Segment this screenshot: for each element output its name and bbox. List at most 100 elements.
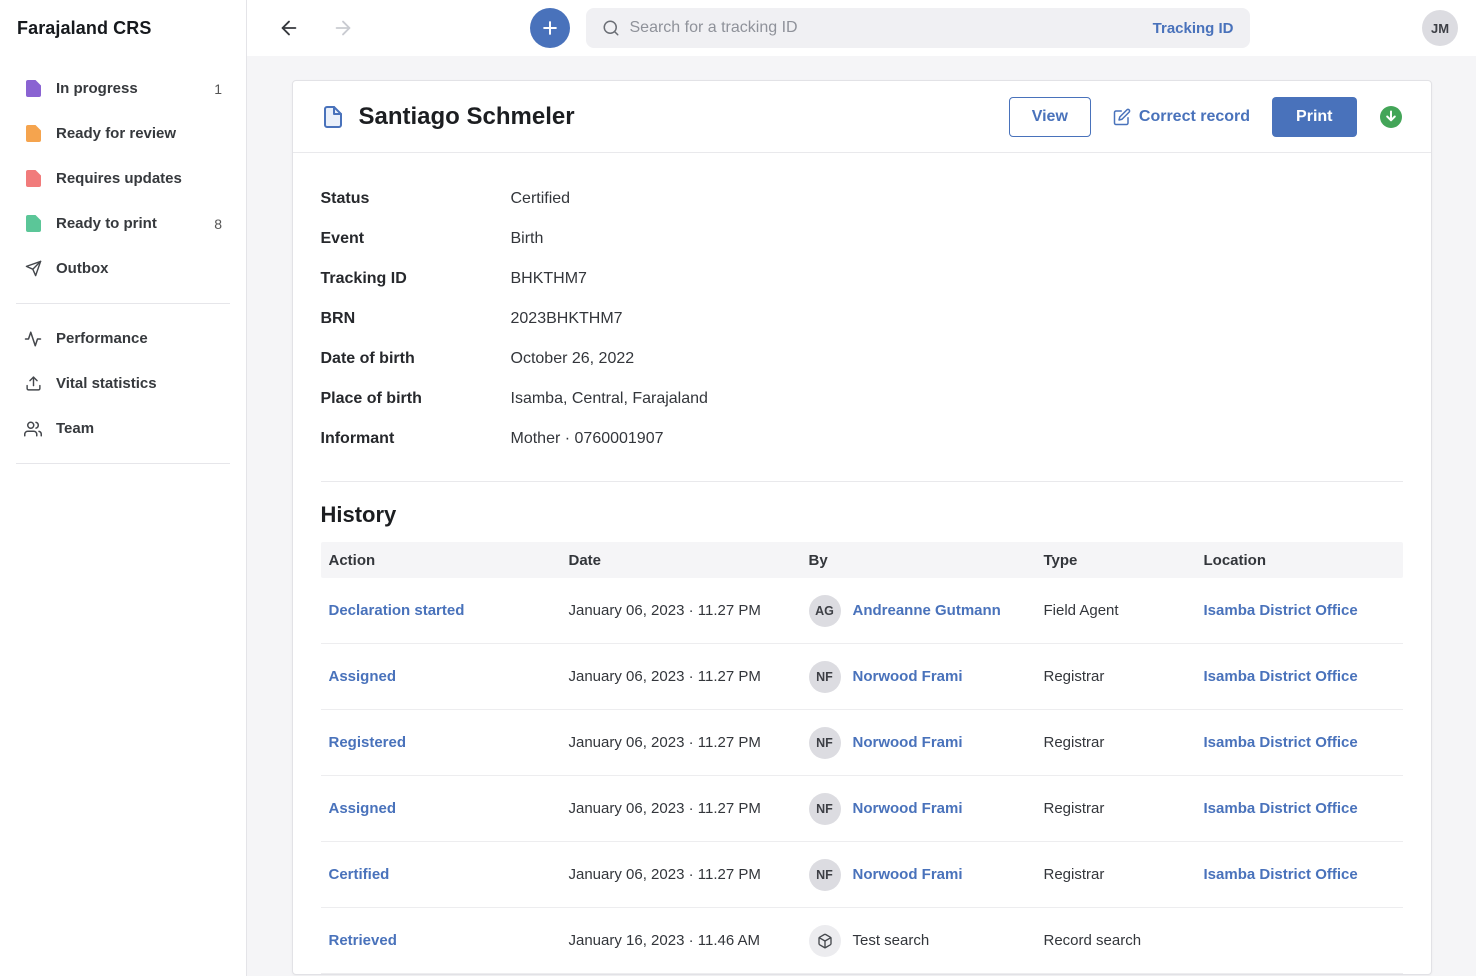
workqueue-count: 8	[214, 216, 222, 232]
history-type: Registrar	[1036, 800, 1196, 817]
sidebar-item-performance[interactable]: Performance	[0, 316, 246, 361]
table-row: Assigned January 06, 2023 · 11.27 PM NF …	[321, 776, 1403, 842]
history-type: Registrar	[1036, 734, 1196, 751]
column-header-date: Date	[561, 552, 801, 569]
detail-value: 2023BHKTHM7	[511, 310, 623, 328]
orange-declaration-icon	[24, 125, 42, 143]
sidebar-item-label: Ready for review	[56, 125, 208, 142]
history-action-link[interactable]: Registered	[329, 734, 407, 751]
history-by-link[interactable]: Norwood Frami	[853, 800, 963, 817]
detail-label: Event	[321, 230, 511, 248]
correct-record-button[interactable]: Correct record	[1113, 108, 1250, 126]
sidebar-item-in-progress[interactable]: In progress 1	[0, 66, 246, 111]
history-location-link[interactable]: Isamba District Office	[1204, 866, 1358, 883]
sidebar-item-ready-to-print[interactable]: Ready to print 8	[0, 201, 246, 246]
sidebar-item-label: Outbox	[56, 260, 208, 277]
record-body: Status Certified Event Birth Tracking ID…	[293, 153, 1431, 974]
history-by-link[interactable]: Norwood Frami	[853, 668, 963, 685]
sidebar-divider	[16, 463, 230, 464]
detail-value: Birth	[511, 230, 544, 248]
sidebar: Farajaland CRS In progress 1 Ready for r…	[0, 0, 247, 976]
history-type: Registrar	[1036, 668, 1196, 685]
send-icon	[24, 260, 42, 278]
column-header-by: By	[801, 552, 1036, 569]
history-table: Action Date By Type Location Declaration…	[321, 542, 1403, 974]
column-header-type: Type	[1036, 552, 1196, 569]
arrow-left-icon	[278, 17, 300, 39]
forward-button[interactable]	[329, 14, 357, 42]
record-search-icon	[809, 925, 841, 957]
detail-value: Certified	[511, 190, 571, 208]
detail-value: Mother · 0760001907	[511, 430, 664, 448]
detail-label: Tracking ID	[321, 270, 511, 288]
workqueue-count: 1	[214, 81, 222, 97]
section-divider	[321, 481, 1403, 482]
detail-value: October 26, 2022	[511, 350, 635, 368]
history-by-link[interactable]: Norwood Frami	[853, 866, 963, 883]
new-declaration-button[interactable]	[530, 8, 570, 48]
green-declaration-icon	[24, 215, 42, 233]
user-avatar: NF	[809, 793, 841, 825]
sidebar-item-vital-statistics[interactable]: Vital statistics	[0, 361, 246, 406]
main-area: Tracking ID JM Santiago Schmeler View	[247, 0, 1476, 976]
history-date: January 16, 2023 · 11.46 AM	[561, 932, 801, 949]
export-icon	[24, 375, 42, 393]
user-avatar: NF	[809, 727, 841, 759]
history-action-link[interactable]: Assigned	[329, 800, 397, 817]
correct-record-label: Correct record	[1139, 108, 1250, 126]
detail-label: Informant	[321, 430, 511, 448]
record-header: Santiago Schmeler View Correct record Pr…	[293, 81, 1431, 153]
red-declaration-icon	[24, 170, 42, 188]
column-header-location: Location	[1196, 552, 1403, 569]
detail-row-date-of-birth: Date of birth October 26, 2022	[321, 339, 1403, 379]
history-location-link[interactable]: Isamba District Office	[1204, 800, 1358, 817]
sidebar-item-label: Requires updates	[56, 170, 208, 187]
history-date: January 06, 2023 · 11.27 PM	[561, 866, 801, 883]
history-date: January 06, 2023 · 11.27 PM	[561, 602, 801, 619]
column-header-action: Action	[321, 552, 561, 569]
history-by-link[interactable]: Andreanne Gutmann	[853, 602, 1001, 619]
sidebar-item-requires-updates[interactable]: Requires updates	[0, 156, 246, 201]
back-button[interactable]	[275, 14, 303, 42]
user-avatar: AG	[809, 595, 841, 627]
sidebar-item-label: Ready to print	[56, 215, 200, 232]
table-row: Retrieved January 16, 2023 · 11.46 AM Te…	[321, 908, 1403, 974]
purple-declaration-icon	[24, 80, 42, 98]
history-location-link[interactable]: Isamba District Office	[1204, 668, 1358, 685]
detail-value: Isamba, Central, Farajaland	[511, 390, 708, 408]
history-action-link[interactable]: Certified	[329, 866, 390, 883]
detail-row-tracking-id: Tracking ID BHKTHM7	[321, 259, 1403, 299]
history-date: January 06, 2023 · 11.27 PM	[561, 800, 801, 817]
table-row: Certified January 06, 2023 · 11.27 PM NF…	[321, 842, 1403, 908]
search-input[interactable]	[630, 19, 1143, 37]
history-action-link[interactable]: Declaration started	[329, 602, 465, 619]
history-section-title: History	[321, 502, 1403, 528]
history-action-link[interactable]: Assigned	[329, 668, 397, 685]
app-window: Farajaland CRS In progress 1 Ready for r…	[0, 0, 1476, 976]
detail-row-place-of-birth: Place of birth Isamba, Central, Farajala…	[321, 379, 1403, 419]
print-button[interactable]: Print	[1272, 97, 1356, 137]
assigned-download-icon[interactable]	[1379, 105, 1403, 129]
sidebar-item-team[interactable]: Team	[0, 406, 246, 451]
record-actions: View Correct record Print	[1009, 97, 1403, 137]
view-button[interactable]: View	[1009, 97, 1091, 137]
profile-avatar[interactable]: JM	[1422, 10, 1458, 46]
search-type-selector[interactable]: Tracking ID	[1153, 20, 1234, 37]
sidebar-item-outbox[interactable]: Outbox	[0, 246, 246, 291]
sidebar-item-label: Vital statistics	[56, 375, 222, 392]
table-row: Registered January 06, 2023 · 11.27 PM N…	[321, 710, 1403, 776]
history-location-link[interactable]: Isamba District Office	[1204, 602, 1358, 619]
page-title: Santiago Schmeler	[359, 103, 575, 131]
history-by-link[interactable]: Norwood Frami	[853, 734, 963, 751]
history-by-system: Test search	[853, 932, 930, 949]
sidebar-nav: In progress 1 Ready for review Requires …	[0, 56, 246, 476]
app-title: Farajaland CRS	[0, 0, 246, 56]
content-area: Santiago Schmeler View Correct record Pr…	[247, 56, 1476, 976]
history-type: Registrar	[1036, 866, 1196, 883]
history-action-link[interactable]: Retrieved	[329, 932, 397, 949]
detail-row-brn: BRN 2023BHKTHM7	[321, 299, 1403, 339]
detail-label: Status	[321, 190, 511, 208]
history-location-link[interactable]: Isamba District Office	[1204, 734, 1358, 751]
sidebar-item-label: In progress	[56, 80, 200, 97]
sidebar-item-ready-for-review[interactable]: Ready for review	[0, 111, 246, 156]
